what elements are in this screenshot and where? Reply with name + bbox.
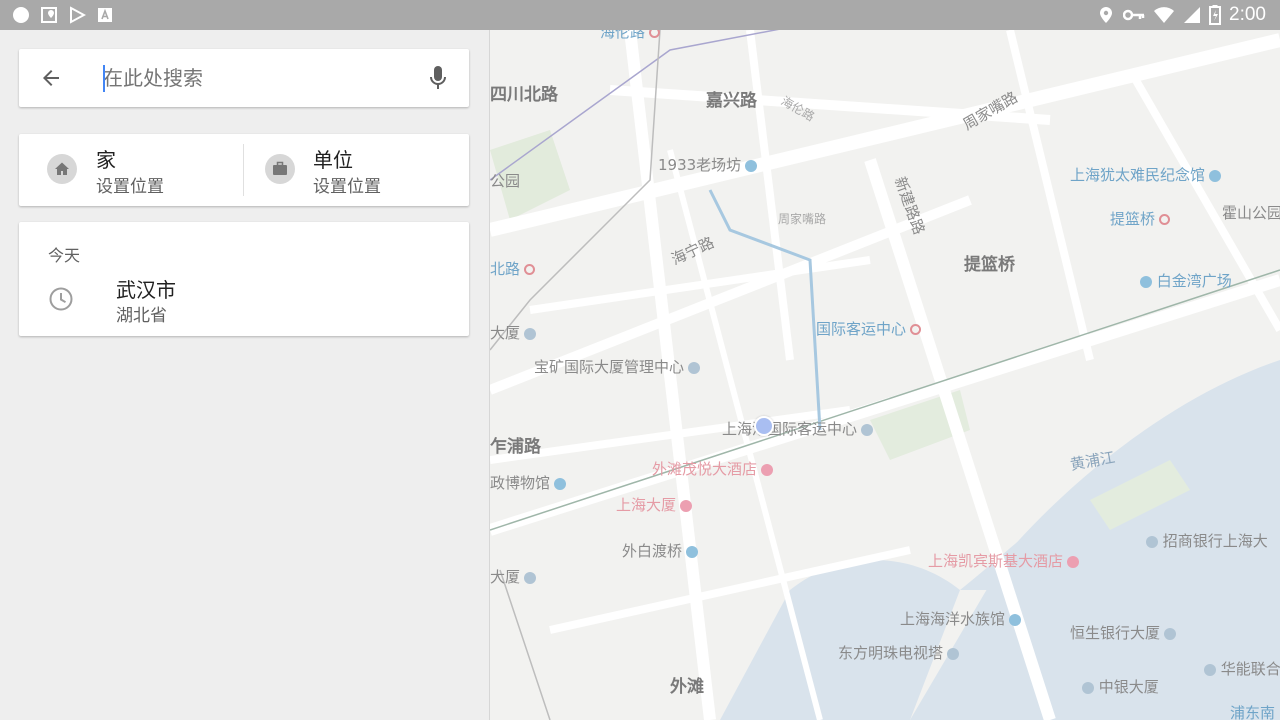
poi-icon <box>1204 663 1216 676</box>
poi-icon <box>688 361 701 374</box>
home-title: 家 <box>96 148 116 172</box>
poi-icon <box>1146 535 1158 548</box>
history-item[interactable]: 武汉市 湖北省 <box>19 268 469 328</box>
search-bar <box>19 49 469 107</box>
search-input[interactable] <box>103 63 403 93</box>
metro-icon <box>910 324 922 335</box>
history-item-subtitle: 湖北省 <box>116 306 167 326</box>
map-label-zhoujiazui-2: 周家嘴路 <box>778 212 827 226</box>
history-clock-icon <box>49 287 73 311</box>
map-label-shanghai-mansion[interactable]: 上海大厦 <box>616 494 693 515</box>
map-label-jiaxing-road[interactable]: 嘉兴路 <box>706 86 757 111</box>
map-label-hualian[interactable]: 华能联合 <box>1200 658 1280 679</box>
map-label-huoshan-park[interactable]: 霍山公园 <box>1222 202 1280 223</box>
map-label-building[interactable]: 大厦 <box>490 322 537 343</box>
poi-icon <box>745 159 758 172</box>
home-place-button[interactable]: 家 设置位置 <box>19 134 243 206</box>
metro-icon <box>524 264 536 275</box>
arrow-back-icon <box>43 70 59 86</box>
briefcase-icon <box>265 154 295 184</box>
poi-icon <box>524 327 537 340</box>
home-icon <box>47 154 77 184</box>
metro-icon <box>1159 214 1171 225</box>
map-label-bund-hotel[interactable]: 外滩茂悦大酒店 <box>652 458 774 479</box>
circle-icon <box>12 6 30 24</box>
map-label-kempinski[interactable]: 上海凯宾斯基大酒店 <box>928 550 1080 571</box>
play-store-icon <box>68 6 86 24</box>
wifi-icon <box>1153 6 1175 24</box>
map-label-tilanqiao[interactable]: 提篮桥 <box>964 250 1015 275</box>
work-subtitle: 设置位置 <box>313 177 381 197</box>
home-subtitle: 设置位置 <box>96 177 164 197</box>
maps-notification-icon <box>40 6 58 24</box>
metro-icon <box>649 30 661 38</box>
map-label-pearl-tower[interactable]: 东方明珠电视塔 <box>838 642 960 663</box>
text-a-icon <box>96 6 114 24</box>
map-label-jewish-museum[interactable]: 上海犹太难民纪念馆 <box>1070 164 1222 185</box>
status-bar-right: 2:00 <box>1097 4 1266 26</box>
map-label-1933[interactable]: 1933老场坊 <box>658 154 758 175</box>
history-item-title: 武汉市 <box>116 278 176 302</box>
text-cursor <box>103 65 105 92</box>
poi-icon <box>524 571 537 584</box>
map-label-bank-of-china[interactable]: 中银大厦 <box>1078 676 1159 697</box>
work-place-button[interactable]: 单位 设置位置 <box>244 134 468 206</box>
poi-icon <box>1209 169 1222 182</box>
poi-icon <box>1082 681 1094 694</box>
work-title: 单位 <box>313 148 353 172</box>
map-label-cmb-bank[interactable]: 招商银行上海大 <box>1142 530 1268 551</box>
map-label-museum[interactable]: 政博物馆 <box>490 472 567 493</box>
status-time: 2:00 <box>1229 4 1266 25</box>
map-label-tilanqiao-station[interactable]: 提篮桥 <box>1110 208 1171 229</box>
map-label-baokuang[interactable]: 宝矿国际大厦管理中心 <box>534 356 701 377</box>
search-panel: 家 设置位置 单位 设置位置 今天 武汉市 湖北省 <box>0 30 490 720</box>
map-label-pudong[interactable]: 浦东南 <box>1230 702 1275 720</box>
map-view[interactable]: 海伦路 四川北路 嘉兴路 海伦路 周家嘴路 1933老场坊 公园 周家嘴路 新建… <box>490 30 1280 720</box>
history-section-label: 今天 <box>48 246 81 265</box>
status-bar: 2:00 <box>0 0 1280 30</box>
status-bar-left <box>12 6 114 24</box>
battery-icon <box>1209 5 1222 25</box>
map-label-north-road[interactable]: 北路 <box>490 258 536 279</box>
current-location-dot[interactable] <box>754 416 774 436</box>
search-history-card: 今天 武汉市 湖北省 <box>19 222 469 336</box>
map-label-building-2[interactable]: 大厦 <box>490 566 537 587</box>
map-label-shanghai-terminal[interactable]: 上海港国际客运中心 <box>722 418 874 439</box>
back-button[interactable] <box>35 62 67 94</box>
map-label-intl-terminal-station[interactable]: 国际客运中心 <box>816 318 922 339</box>
hotel-icon <box>761 463 774 476</box>
poi-icon <box>861 423 874 436</box>
map-label-hailun-road[interactable]: 海伦路 <box>600 30 661 42</box>
map-label-hangseng[interactable]: 恒生银行大厦 <box>1070 622 1177 643</box>
poi-icon <box>686 545 699 558</box>
map-label-sichuan-north[interactable]: 四川北路 <box>490 80 558 105</box>
map-label-waibaidu[interactable]: 外白渡桥 <box>622 540 699 561</box>
poi-icon <box>1164 627 1177 640</box>
map-label-baijin-plaza[interactable]: 白金湾广场 <box>1136 270 1232 291</box>
map-label-the-bund[interactable]: 外滩 <box>670 672 704 697</box>
poi-icon <box>1140 275 1152 288</box>
poi-icon <box>947 647 960 660</box>
location-icon <box>1097 6 1115 24</box>
poi-icon <box>554 477 567 490</box>
poi-icon <box>1009 613 1022 626</box>
mic-icon <box>430 66 446 89</box>
map-label-park[interactable]: 公园 <box>490 170 520 191</box>
map-label-zhapu-road[interactable]: 乍浦路 <box>490 432 541 457</box>
voice-search-button[interactable] <box>423 63 453 93</box>
saved-places-card: 家 设置位置 单位 设置位置 <box>19 134 469 206</box>
map-label-aquarium[interactable]: 上海海洋水族馆 <box>900 608 1022 629</box>
signal-icon <box>1183 6 1201 24</box>
hotel-icon <box>1067 555 1080 568</box>
vpn-key-icon <box>1123 6 1145 24</box>
hotel-icon <box>680 499 693 512</box>
